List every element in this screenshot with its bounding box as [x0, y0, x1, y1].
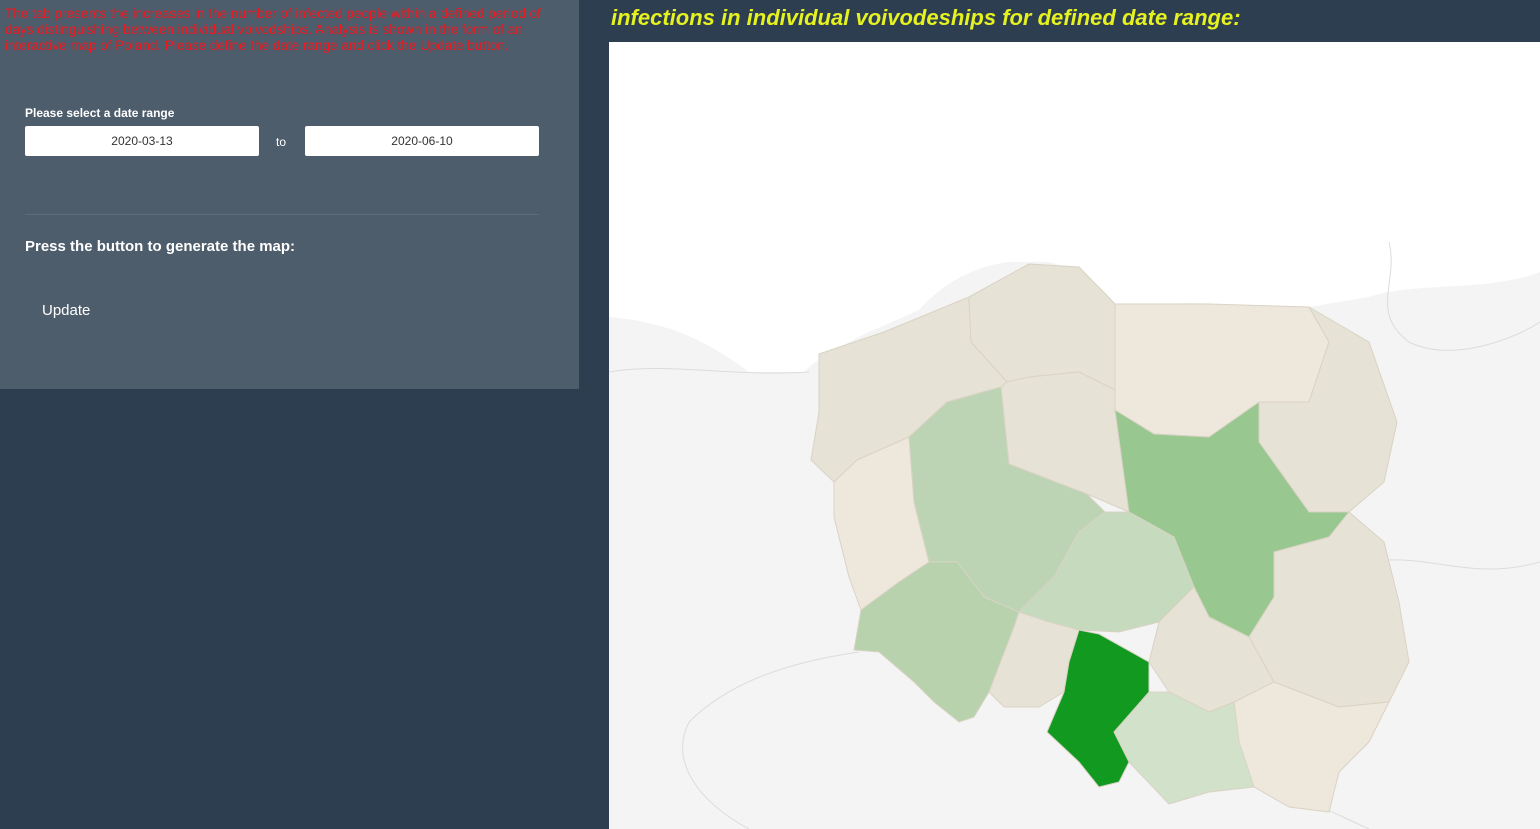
- divider: [25, 214, 539, 215]
- date-start-input[interactable]: [25, 126, 259, 156]
- date-end-input[interactable]: [305, 126, 539, 156]
- date-separator: to: [276, 135, 287, 149]
- poland-map[interactable]: [609, 42, 1540, 829]
- generate-map-label: Press the button to generate the map:: [25, 238, 296, 255]
- sidebar-panel: The tab presents the increases in the nu…: [0, 0, 579, 389]
- map-panel[interactable]: [609, 42, 1540, 829]
- page-title: infections in individual voivodeships fo…: [611, 5, 1241, 30]
- intro-text: The tab presents the increases in the nu…: [5, 6, 541, 53]
- update-button[interactable]: Update: [25, 294, 109, 326]
- date-range-label: Please select a date range: [25, 106, 175, 120]
